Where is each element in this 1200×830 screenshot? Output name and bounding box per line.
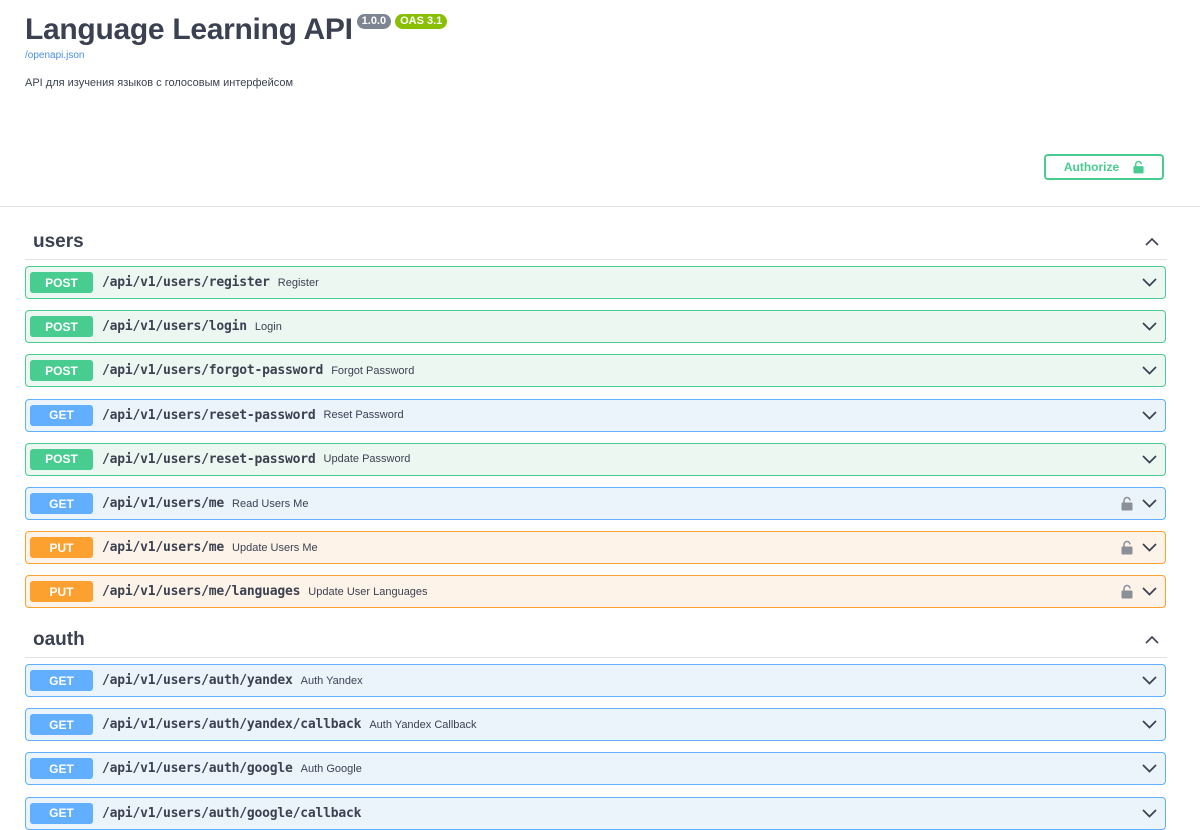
- chevron-down-icon[interactable]: [1141, 719, 1157, 731]
- operation-summary: Register: [277, 276, 319, 289]
- tag-header-oauth[interactable]: oauth: [25, 622, 1167, 658]
- authorize-button[interactable]: Authorize: [1044, 154, 1164, 180]
- operation-path: /api/v1/users/me: [102, 540, 225, 556]
- operation-put[interactable]: PUT/api/v1/users/me Update Users Me: [25, 531, 1166, 565]
- method-badge: GET: [30, 493, 93, 514]
- openapi-json-link[interactable]: /openapi.json: [25, 50, 85, 61]
- operation-path: /api/v1/users/reset-password: [102, 407, 316, 423]
- lock-icon[interactable]: [1121, 496, 1133, 512]
- tag-section-oauth: oauth GET/api/v1/users/auth/yandex Auth Y…: [25, 622, 1167, 830]
- method-badge: POST: [30, 448, 93, 470]
- method-badge: POST: [30, 316, 93, 338]
- chevron-down-icon[interactable]: [1141, 321, 1157, 333]
- chevron-down-icon[interactable]: [1141, 675, 1157, 687]
- method-badge: POST: [30, 272, 93, 293]
- operation-get[interactable]: GET/api/v1/users/auth/google Auth Google: [25, 752, 1166, 786]
- operation-controls: [1141, 277, 1157, 289]
- operation-path: /api/v1/users/me/languages: [102, 584, 301, 600]
- operation-controls: [1141, 453, 1157, 465]
- operation-post[interactable]: POST/api/v1/users/forgot-password Forgot …: [25, 354, 1166, 388]
- operation-post[interactable]: POST/api/v1/users/login Login: [25, 310, 1166, 344]
- operation-summary: Auth Google: [300, 762, 362, 775]
- chevron-down-icon[interactable]: [1141, 498, 1157, 510]
- operation-get[interactable]: GET/api/v1/users/auth/yandex Auth Yandex: [25, 664, 1166, 697]
- method-badge: POST: [30, 360, 93, 382]
- operation-path: /api/v1/users/forgot-password: [102, 363, 324, 379]
- operation-summary: Reset Password: [323, 409, 404, 422]
- operation-summary: Update Users Me: [232, 541, 318, 554]
- authorize-label: Authorize: [1063, 160, 1120, 174]
- operation-path: /api/v1/users/me: [102, 496, 225, 511]
- api-info: Language Learning API 1.0.0 OAS 3.1 /ope…: [0, 0, 1200, 207]
- operation-controls: [1121, 496, 1157, 512]
- chevron-down-icon[interactable]: [1141, 763, 1157, 775]
- tag-header-users[interactable]: users: [25, 224, 1167, 260]
- operation-get[interactable]: GET/api/v1/users/me Read Users Me: [25, 487, 1166, 520]
- operation-controls: [1141, 365, 1157, 377]
- operation-path: /api/v1/users/auth/yandex: [102, 673, 293, 688]
- method-badge: PUT: [30, 537, 93, 559]
- chevron-up-icon[interactable]: [1137, 628, 1167, 652]
- operation-controls: [1121, 540, 1157, 556]
- chevron-down-icon[interactable]: [1141, 807, 1157, 819]
- chevron-down-icon[interactable]: [1141, 365, 1157, 377]
- chevron-down-icon[interactable]: [1141, 277, 1157, 289]
- operation-controls: [1141, 675, 1157, 687]
- chevron-down-icon[interactable]: [1141, 586, 1157, 598]
- operation-get[interactable]: GET/api/v1/users/auth/yandex/callback Aut…: [25, 708, 1166, 742]
- operation-summary: Update User Languages: [308, 585, 428, 598]
- operation-get[interactable]: GET/api/v1/users/auth/google/callback: [25, 796, 1166, 830]
- lock-icon[interactable]: [1121, 540, 1133, 556]
- operation-get[interactable]: GET/api/v1/users/reset-password Reset Pas…: [25, 398, 1166, 432]
- operation-summary: Login: [254, 320, 282, 333]
- method-badge: GET: [30, 714, 93, 736]
- operation-summary: Auth Yandex: [300, 674, 363, 687]
- operation-post[interactable]: POST/api/v1/users/register Register: [25, 266, 1166, 299]
- lock-icon[interactable]: [1121, 584, 1133, 600]
- operation-put[interactable]: PUT/api/v1/users/me/languages Update User…: [25, 575, 1166, 609]
- operation-summary: Auth Yandex Callback: [369, 718, 477, 731]
- method-badge: GET: [30, 802, 93, 824]
- operation-path: /api/v1/users/login: [102, 319, 247, 335]
- api-description: API для изучения языков с голосовым инте…: [25, 77, 294, 89]
- operation-controls: [1141, 409, 1157, 421]
- operation-controls: [1141, 321, 1157, 333]
- chevron-up-icon[interactable]: [1137, 230, 1167, 254]
- method-badge: PUT: [30, 581, 93, 603]
- version-badge: 1.0.0: [356, 14, 392, 29]
- tag-title: oauth: [33, 628, 85, 650]
- operation-controls: [1141, 807, 1157, 819]
- operation-path: /api/v1/users/auth/yandex/callback: [102, 717, 362, 733]
- operation-summary: Forgot Password: [331, 364, 415, 377]
- method-badge: GET: [30, 758, 93, 780]
- tag-title: users: [33, 230, 84, 252]
- operation-path: /api/v1/users/register: [102, 275, 270, 290]
- unlock-icon: [1133, 160, 1144, 174]
- operation-summary: Read Users Me: [232, 497, 309, 510]
- operation-controls: [1141, 719, 1157, 731]
- operation-summary: Update Password: [323, 453, 411, 466]
- operation-post[interactable]: POST/api/v1/users/reset-password Update P…: [25, 442, 1166, 476]
- operation-controls: [1121, 584, 1157, 600]
- operation-path: /api/v1/users/reset-password: [102, 451, 316, 467]
- tag-section-users: users POST/api/v1/users/register Register…: [25, 224, 1167, 609]
- method-badge: GET: [30, 670, 93, 691]
- oas-badge: OAS 3.1: [395, 14, 448, 29]
- chevron-down-icon[interactable]: [1141, 453, 1157, 465]
- title-row: Language Learning API 1.0.0 OAS 3.1: [25, 10, 448, 50]
- operation-path: /api/v1/users/auth/google: [102, 761, 293, 777]
- method-badge: GET: [30, 404, 93, 426]
- chevron-down-icon[interactable]: [1141, 409, 1157, 421]
- operation-controls: [1141, 763, 1157, 775]
- chevron-down-icon[interactable]: [1141, 542, 1157, 554]
- api-title: Language Learning API: [25, 13, 353, 46]
